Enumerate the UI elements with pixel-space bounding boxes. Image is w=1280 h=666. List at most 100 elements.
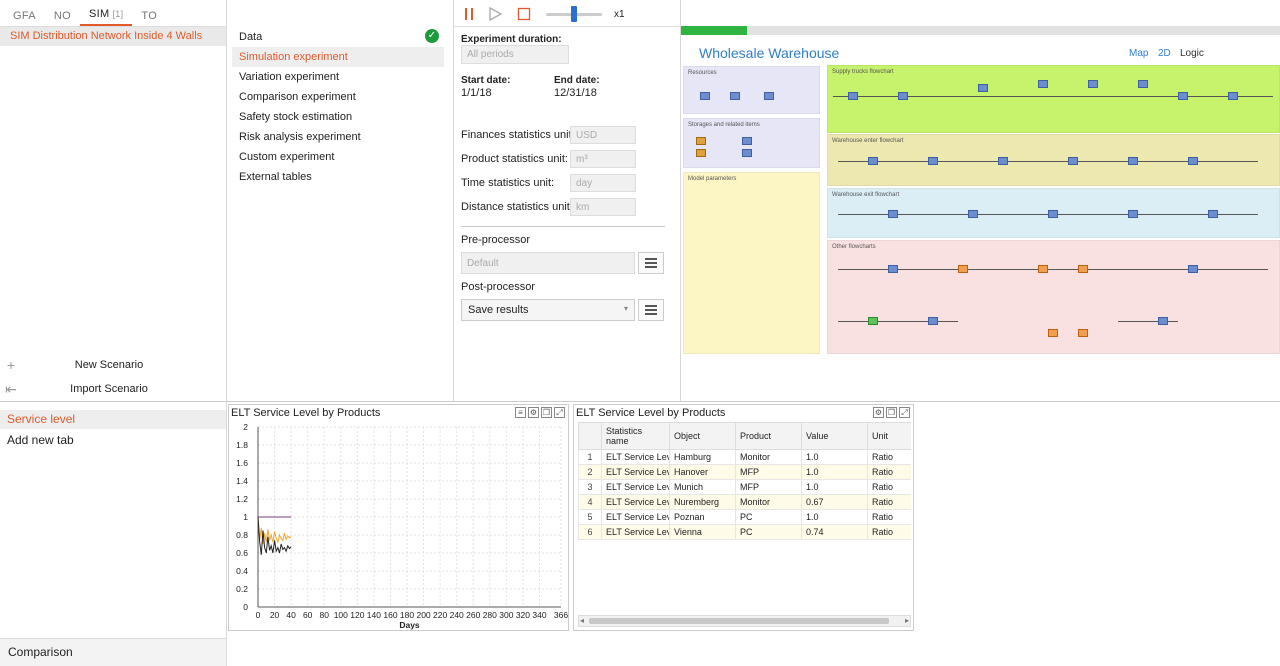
postprocessor-select[interactable]: Save results ▾ [461, 299, 635, 321]
chart-panel: ELT Service Level by Products ≡ ⚙ ❐ ⤢ 0 2… [228, 404, 569, 631]
flow-node [1128, 157, 1138, 165]
end-date-value[interactable]: 12/31/18 [554, 87, 597, 99]
gear-icon[interactable]: ⚙ [873, 407, 884, 418]
experiment-variation[interactable]: Variation experiment [232, 67, 444, 87]
expand-icon[interactable]: ⤢ [899, 407, 910, 418]
tab-to-label: TO [141, 10, 158, 22]
stop-button[interactable] [517, 7, 531, 21]
table-cell: Monitor [735, 494, 802, 510]
table-cell: Ratio [867, 509, 911, 525]
x-tick-label: 300 [499, 610, 513, 620]
chart-panel-title: ELT Service Level by Products [231, 407, 381, 419]
run-button[interactable] [487, 6, 503, 22]
column-header[interactable]: Value [801, 422, 868, 450]
table-cell: 1.0 [801, 479, 868, 495]
postprocessor-menu-button[interactable] [638, 299, 664, 321]
view-logic-link[interactable]: Logic [1180, 48, 1204, 59]
flow-line [838, 269, 1268, 270]
finances-unit-field[interactable]: USD [570, 126, 636, 144]
flow-node [928, 157, 938, 165]
table-cell: 3 [578, 479, 602, 495]
copy-icon[interactable]: ❐ [886, 407, 897, 418]
table-panel: ELT Service Level by Products ⚙ ❐ ⤢ Stat… [573, 404, 914, 631]
speed-slider-handle[interactable] [571, 6, 577, 22]
view-2d-link[interactable]: 2D [1158, 48, 1171, 59]
table-cell: MFP [735, 479, 802, 495]
table-row[interactable]: 5ELT Service Lev...PoznanPC1.0Ratio [578, 509, 911, 525]
flow-node [1038, 80, 1048, 88]
experiment-custom[interactable]: Custom experiment [232, 147, 444, 167]
pause-button[interactable] [463, 7, 475, 21]
tab-sim[interactable]: SIM [1] [80, 8, 133, 26]
x-tick-label: 120 [350, 610, 364, 620]
table-cell: Nuremberg [669, 494, 736, 510]
table-cell: ELT Service Lev... [601, 494, 670, 510]
preprocessor-menu-button[interactable] [638, 252, 664, 274]
experiment-comparison[interactable]: Comparison experiment [232, 87, 444, 107]
y-tick-label: 1.4 [236, 476, 248, 486]
preprocessor-select[interactable]: Default [461, 252, 635, 274]
flow-node [868, 317, 878, 325]
column-header[interactable]: Product [735, 422, 802, 450]
flow-node [1138, 80, 1148, 88]
column-header[interactable]: Unit [867, 422, 911, 450]
comparison-tab[interactable]: Comparison [0, 638, 226, 666]
y-tick-label: 1 [243, 512, 248, 522]
table-row[interactable]: 4ELT Service Lev...NurembergMonitor0.67R… [578, 494, 911, 510]
time-unit-field[interactable]: day [570, 174, 636, 192]
expand-icon[interactable]: ⤢ [554, 407, 565, 418]
table-viewport[interactable]: Statistics name Object Product Value Unit 1E… [578, 422, 911, 612]
table-row[interactable]: 2ELT Service Lev...HanoverMFP1.0Ratio [578, 464, 911, 480]
tab-no[interactable]: NO [45, 10, 80, 26]
parameters-title: Model parameters [688, 176, 737, 182]
x-tick-label: 160 [383, 610, 397, 620]
model-view[interactable]: Wholesale Warehouse Map 2D Logic Resourc… [681, 26, 1280, 400]
add-new-tab-button[interactable]: Add new tab [7, 433, 74, 447]
y-tick-label: 0.8 [236, 530, 248, 540]
resource-node [700, 92, 710, 100]
flow-node [888, 265, 898, 273]
supply-flowchart: Supply trucks flowchart [827, 65, 1280, 133]
table-cell: ELT Service Lev... [601, 479, 670, 495]
list-icon[interactable]: ≡ [515, 407, 526, 418]
experiment-safety-stock[interactable]: Safety stock estimation [232, 107, 444, 127]
x-tick-label: 240 [450, 610, 464, 620]
copy-icon[interactable]: ❐ [541, 407, 552, 418]
table-row[interactable]: 3ELT Service Lev...MunichMFP1.0Ratio [578, 479, 911, 495]
y-tick-label: 0 [243, 602, 248, 612]
horizontal-scrollbar[interactable]: ◂ ▸ [578, 615, 911, 627]
y-tick-label: 2 [243, 422, 248, 432]
import-scenario-button[interactable]: ⇤ Import Scenario [0, 378, 226, 400]
experiment-external-tables[interactable]: External tables [232, 167, 444, 187]
distance-unit-label: Distance statistics unit: [461, 201, 573, 213]
experiment-risk-analysis[interactable]: Risk analysis experiment [232, 127, 444, 147]
distance-unit-field[interactable]: km [570, 198, 636, 216]
x-tick-label: 60 [303, 610, 313, 620]
start-date-value[interactable]: 1/1/18 [461, 87, 492, 99]
scenario-item[interactable]: SIM Distribution Network Inside 4 Walls [0, 27, 226, 46]
tab-to[interactable]: TO [132, 10, 166, 26]
product-unit-field[interactable]: m³ [570, 150, 636, 168]
new-scenario-button[interactable]: + New Scenario [0, 354, 226, 376]
experiment-simulation[interactable]: Simulation experiment [232, 47, 444, 67]
scroll-right-icon[interactable]: ▸ [905, 616, 909, 625]
experiment-data[interactable]: Data [232, 27, 444, 47]
flow-node [1048, 329, 1058, 337]
duration-select[interactable]: All periods [461, 45, 569, 64]
table-row[interactable]: 6ELT Service Lev...ViennaPC0.74Ratio [578, 524, 911, 540]
tab-gfa-label: GFA [13, 10, 36, 22]
storage-node [742, 149, 752, 157]
column-header[interactable]: Object [669, 422, 736, 450]
time-unit-label: Time statistics unit: [461, 177, 555, 189]
column-header[interactable]: Statistics name [601, 422, 670, 450]
scroll-left-icon[interactable]: ◂ [580, 616, 584, 625]
y-tick-label: 0.6 [236, 548, 248, 558]
scrollbar-thumb[interactable] [589, 618, 889, 624]
gear-icon[interactable]: ⚙ [528, 407, 539, 418]
tab-gfa[interactable]: GFA [4, 10, 45, 26]
tab-service-level[interactable]: Service level [0, 410, 226, 429]
y-tick-label: 1.2 [236, 494, 248, 504]
table-row[interactable]: 1ELT Service Lev...HamburgMonitor1.0Rati… [578, 449, 911, 465]
column-header[interactable] [578, 422, 602, 450]
view-map-link[interactable]: Map [1129, 48, 1148, 59]
